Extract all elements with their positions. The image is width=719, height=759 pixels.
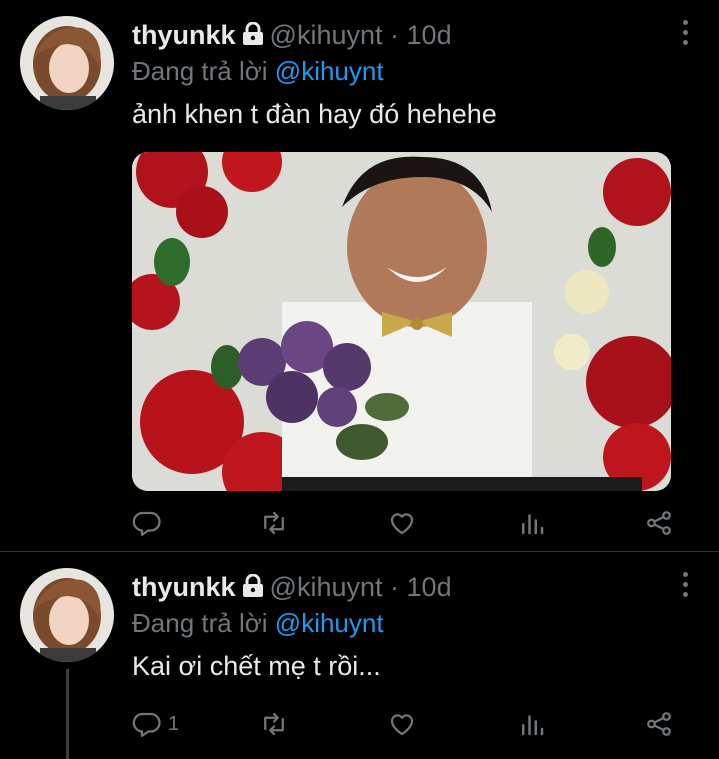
analytics-icon: [522, 514, 544, 535]
views-button[interactable]: [517, 704, 553, 744]
tweet-header: thyunkk @kihuynt · 10d: [132, 18, 452, 54]
avatar[interactable]: [20, 16, 114, 110]
replying-to: Đang trả lời @kihuynt: [132, 55, 384, 87]
author-handle[interactable]: @kihuynt: [270, 572, 383, 602]
retweet-button[interactable]: [259, 704, 295, 744]
more-vertical-icon[interactable]: [683, 20, 689, 50]
views-button[interactable]: [517, 503, 553, 543]
thread-connector-line: [66, 669, 69, 759]
replying-prefix: Đang trả lời: [132, 56, 268, 86]
like-button[interactable]: [387, 704, 423, 744]
tweet[interactable]: thyunkk @kihuynt · 10d Đang trả lời @kihu…: [0, 552, 719, 759]
tweet-actions: 1: [132, 704, 692, 744]
retweet-icon: [264, 712, 284, 736]
avatar[interactable]: [20, 568, 114, 662]
photo-illustration: [132, 152, 671, 491]
tweet-image[interactable]: [132, 152, 671, 491]
avatar-image: [20, 16, 114, 110]
author-name[interactable]: thyunkk: [132, 20, 236, 50]
reply-icon: [132, 712, 161, 737]
author-name[interactable]: thyunkk: [132, 572, 236, 602]
lock-icon: [242, 572, 264, 606]
like-button[interactable]: [387, 503, 423, 543]
tweet[interactable]: thyunkk @kihuynt · 10d Đang trả lời @kihu…: [0, 0, 719, 551]
tweet-text: Kai ơi chết mẹ t rồi...: [132, 651, 381, 681]
replying-prefix: Đang trả lời: [132, 608, 268, 638]
reply-count: 1: [168, 712, 180, 735]
tweet-text: ảnh khen t đàn hay đó hehehe: [132, 99, 497, 129]
separator-dot: ·: [390, 572, 400, 602]
more-vertical-icon[interactable]: [683, 572, 689, 602]
reply-button[interactable]: [132, 503, 168, 543]
author-handle[interactable]: @kihuynt: [270, 20, 383, 50]
avatar-image: [20, 568, 114, 662]
lock-icon: [242, 20, 264, 54]
separator-dot: ·: [390, 20, 400, 50]
heart-icon: [390, 513, 414, 535]
reply-icon: [132, 511, 161, 536]
timestamp[interactable]: 10d: [407, 572, 452, 602]
tweet-header: thyunkk @kihuynt · 10d: [132, 570, 452, 606]
reply-button[interactable]: 1: [132, 704, 179, 744]
mention-link[interactable]: @kihuynt: [275, 56, 384, 86]
retweet-icon: [264, 511, 284, 535]
retweet-button[interactable]: [259, 503, 295, 543]
analytics-icon: [522, 715, 544, 736]
share-icon: [647, 712, 671, 736]
timestamp[interactable]: 10d: [407, 20, 452, 50]
share-icon: [647, 511, 671, 535]
share-button[interactable]: [644, 503, 674, 543]
tweet-actions: [132, 503, 692, 543]
heart-icon: [390, 714, 414, 736]
mention-link[interactable]: @kihuynt: [275, 608, 384, 638]
replying-to: Đang trả lời @kihuynt: [132, 607, 384, 639]
share-button[interactable]: [644, 704, 674, 744]
